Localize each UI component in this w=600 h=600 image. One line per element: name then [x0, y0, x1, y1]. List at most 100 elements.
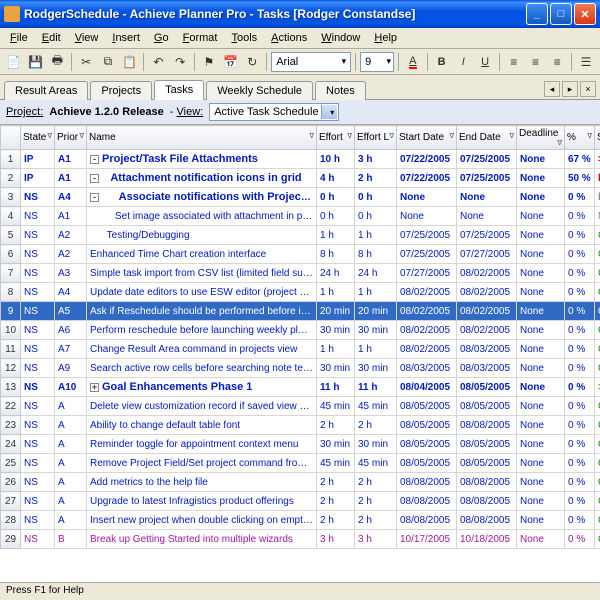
cell[interactable]: None [517, 264, 565, 283]
cell[interactable]: A10 [55, 378, 87, 397]
cell[interactable]: 08/08/2005 [457, 416, 517, 435]
menu-tools[interactable]: Tools [225, 30, 263, 46]
cell[interactable]: 08/02/2005 [457, 283, 517, 302]
table-row[interactable]: 8NSA4Update date editors to use ESW edit… [1, 283, 600, 302]
cell[interactable]: 30 min [317, 321, 355, 340]
cell[interactable]: B [55, 530, 87, 549]
cell[interactable]: On Schedule [595, 416, 600, 435]
cell[interactable]: On Schedule [595, 340, 600, 359]
cell[interactable]: 20 min [355, 302, 397, 321]
cell[interactable]: 07/22/2005 [397, 150, 457, 169]
cell[interactable]: 0 % [565, 416, 595, 435]
paste-icon[interactable]: 📋 [120, 52, 140, 72]
cell[interactable]: >On Schedule [595, 378, 600, 397]
menu-format[interactable]: Format [177, 30, 224, 46]
menu-window[interactable]: Window [315, 30, 366, 46]
table-row[interactable]: 2IPA1- Attachment notification icons in … [1, 169, 600, 188]
cell[interactable]: A2 [55, 226, 87, 245]
underline-icon[interactable]: U [475, 52, 495, 72]
cell[interactable]: A [55, 397, 87, 416]
cell[interactable]: Ability to change default table font [87, 416, 317, 435]
cell[interactable]: None [397, 207, 457, 226]
cell[interactable]: 10/18/2005 [457, 530, 517, 549]
cell[interactable]: NS [21, 530, 55, 549]
cell[interactable]: On Schedule [595, 511, 600, 530]
col-header[interactable]: Effort∇ [317, 126, 355, 150]
cell[interactable]: 2 h [355, 473, 397, 492]
cell[interactable]: A4 [55, 283, 87, 302]
table-row[interactable]: 26NSAAdd metrics to the help file2 h2 h0… [1, 473, 600, 492]
calendar-icon[interactable]: 📅 [221, 52, 241, 72]
cell[interactable]: 08/08/2005 [457, 473, 517, 492]
col-header[interactable]: Status∇ [595, 126, 600, 150]
cell[interactable]: 0 % [565, 321, 595, 340]
table-row[interactable]: 3NSA4- Associate notifications with Proj… [1, 188, 600, 207]
cell[interactable]: A9 [55, 359, 87, 378]
cell[interactable]: None [517, 321, 565, 340]
cell[interactable]: NS [21, 492, 55, 511]
cell[interactable]: On Schedule [595, 264, 600, 283]
cell[interactable]: A [55, 511, 87, 530]
new-icon[interactable]: 📄 [4, 52, 24, 72]
cell[interactable]: 08/02/2005 [457, 264, 517, 283]
cell[interactable]: None [517, 188, 565, 207]
cell[interactable]: None [517, 416, 565, 435]
cell[interactable]: None [517, 150, 565, 169]
cell[interactable]: None [457, 207, 517, 226]
cell[interactable]: 07/25/2005 [457, 169, 517, 188]
cell[interactable]: A [55, 473, 87, 492]
cell[interactable]: On Schedule [595, 226, 600, 245]
cell[interactable]: 3 h [317, 530, 355, 549]
cell[interactable]: NS [21, 207, 55, 226]
cell[interactable]: 08/02/2005 [397, 321, 457, 340]
cell[interactable]: 0 % [565, 226, 595, 245]
cell[interactable]: 0 % [565, 359, 595, 378]
cell[interactable]: 07/27/2005 [397, 264, 457, 283]
cell[interactable]: Due Soon [595, 169, 600, 188]
cell[interactable]: 3 h [355, 530, 397, 549]
view-combo[interactable]: Active Task Schedule [209, 103, 339, 121]
cell[interactable]: 08/08/2005 [397, 511, 457, 530]
cell[interactable]: None [517, 245, 565, 264]
cell[interactable]: Change Result Area command in projects v… [87, 340, 317, 359]
menu-actions[interactable]: Actions [265, 30, 313, 46]
cell[interactable]: Set image associated with attachment in … [87, 207, 317, 226]
menu-help[interactable]: Help [368, 30, 403, 46]
cell[interactable]: 08/05/2005 [397, 435, 457, 454]
cell[interactable]: 0 % [565, 245, 595, 264]
cell[interactable]: IP [21, 169, 55, 188]
cell[interactable]: 10/17/2005 [397, 530, 457, 549]
table-row[interactable]: 13NSA10+Goal Enhancements Phase 111 h11 … [1, 378, 600, 397]
cell[interactable]: 50 % [565, 169, 595, 188]
cell[interactable]: NS [21, 416, 55, 435]
cell[interactable]: Perform reschedule before launching week… [87, 321, 317, 340]
cell[interactable]: 11 h [355, 378, 397, 397]
cell[interactable]: A2 [55, 245, 87, 264]
save-icon[interactable]: 💾 [26, 52, 46, 72]
cell[interactable]: 0 % [565, 207, 595, 226]
cell[interactable]: NS [21, 359, 55, 378]
cell[interactable]: 0 % [565, 188, 595, 207]
cell[interactable]: 2 h [355, 169, 397, 188]
cell[interactable]: None [517, 378, 565, 397]
cell[interactable]: NS [21, 188, 55, 207]
cell[interactable]: 0 % [565, 492, 595, 511]
bullets-icon[interactable]: ☰ [576, 52, 596, 72]
cell[interactable]: A1 [55, 169, 87, 188]
table-row[interactable]: 12NSA9Search active row cells before sea… [1, 359, 600, 378]
cell[interactable]: NS [21, 435, 55, 454]
table-row[interactable]: 9NSA5Ask if Reschedule should be perform… [1, 302, 600, 321]
font-name-combo[interactable]: Arial [271, 52, 351, 72]
cell[interactable]: 30 min [317, 359, 355, 378]
cell[interactable]: 24 h [355, 264, 397, 283]
cell[interactable]: 30 min [355, 435, 397, 454]
cell[interactable]: 08/05/2005 [457, 454, 517, 473]
cut-icon[interactable]: ✂ [76, 52, 96, 72]
cell[interactable]: None [517, 169, 565, 188]
cell[interactable]: A6 [55, 321, 87, 340]
cell[interactable]: On Schedule [595, 321, 600, 340]
cell[interactable]: +Goal Enhancements Phase 1 [87, 378, 317, 397]
table-row[interactable]: 29NSBBreak up Getting Started into multi… [1, 530, 600, 549]
cell[interactable]: 1 h [317, 340, 355, 359]
redo-icon[interactable]: ↷ [170, 52, 190, 72]
